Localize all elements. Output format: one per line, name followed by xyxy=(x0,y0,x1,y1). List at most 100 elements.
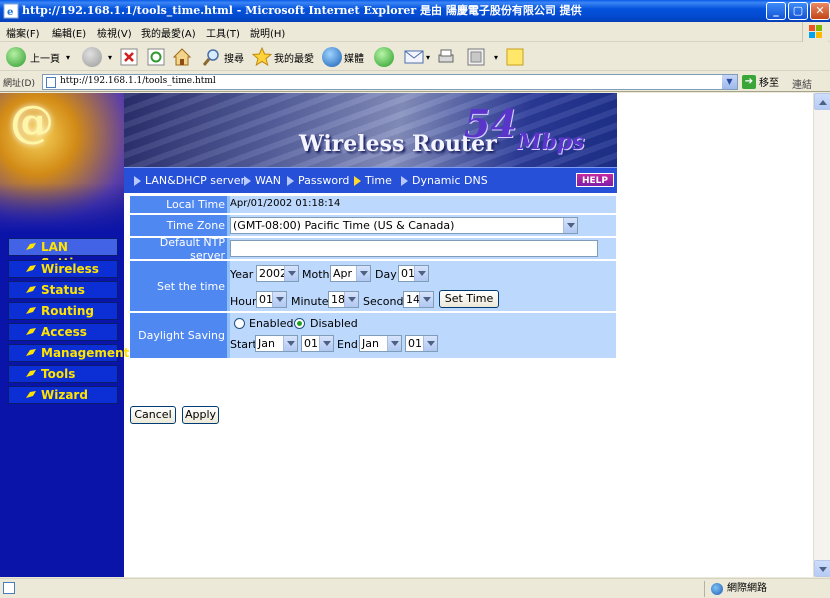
messenger-button[interactable] xyxy=(506,46,524,68)
end-month-select[interactable]: Jan xyxy=(359,335,402,352)
top-nav: LAN&DHCP server WAN Password Time Dynami… xyxy=(124,167,617,193)
time-zone-label: Time Zone xyxy=(130,215,227,236)
end-label: End xyxy=(337,338,358,351)
cancel-button[interactable]: Cancel xyxy=(130,406,176,424)
go-arrow-icon: ➔ xyxy=(742,74,756,89)
edit-button[interactable]: ▾ xyxy=(466,46,498,68)
scroll-down-icon[interactable] xyxy=(814,560,830,577)
media-button[interactable]: 媒體 xyxy=(322,46,364,68)
star-icon xyxy=(252,47,272,67)
set-time-button[interactable]: Set Time xyxy=(439,290,499,308)
chevron-down-icon xyxy=(356,266,370,281)
stop-button[interactable] xyxy=(120,46,138,68)
window-title: http://192.168.1.1/tools_time.html - Mic… xyxy=(22,4,582,17)
chevron-down-icon xyxy=(419,292,433,307)
banner-unit: Mbps xyxy=(517,129,585,155)
chevron-down-icon xyxy=(563,218,577,233)
bullet-icon xyxy=(26,328,36,335)
menu-favorites[interactable]: 我的最愛(A) xyxy=(141,25,196,40)
svg-text:e: e xyxy=(7,7,13,18)
address-input[interactable]: http://192.168.1.1/tools_time.html ▼ xyxy=(42,74,738,90)
sidebar-item-access[interactable]: Access xyxy=(8,323,118,341)
scroll-up-icon[interactable] xyxy=(814,93,830,110)
menu-tools[interactable]: 工具(T) xyxy=(206,25,240,40)
status-bar: 網際網路 xyxy=(0,578,830,598)
start-month-select[interactable]: Jan xyxy=(255,335,298,352)
sidebar-banner-image: @ xyxy=(0,93,124,233)
search-icon xyxy=(202,49,219,66)
print-button[interactable] xyxy=(436,46,456,68)
menu-file[interactable]: 檔案(F) xyxy=(6,25,40,40)
links-button[interactable]: 連結 xyxy=(792,76,812,91)
month-select[interactable]: Apr xyxy=(330,265,371,282)
edit-icon xyxy=(467,48,485,66)
back-button[interactable]: 上一頁 ▾ xyxy=(6,46,70,68)
bullet-icon xyxy=(26,370,36,377)
start-day-select[interactable]: 01 xyxy=(301,335,334,352)
menu-view[interactable]: 檢視(V) xyxy=(97,25,132,40)
edit-dropdown-icon[interactable]: ▾ xyxy=(494,53,498,62)
bullet-icon xyxy=(26,286,36,293)
maximize-button[interactable]: ▢ xyxy=(788,2,808,20)
tab-dynamic-dns[interactable]: Dynamic DNS xyxy=(401,174,488,187)
day-select[interactable]: 01 xyxy=(398,265,429,282)
close-button[interactable]: ✕ xyxy=(810,2,830,20)
tab-lan-dhcp-server[interactable]: LAN&DHCP server xyxy=(134,174,245,187)
refresh-icon xyxy=(147,48,165,66)
home-button[interactable] xyxy=(172,46,192,68)
arrow-icon xyxy=(401,175,408,186)
at-sign-logo: @ xyxy=(10,97,54,148)
sidebar-item-routing[interactable]: Routing xyxy=(8,302,118,320)
ntp-server-input[interactable] xyxy=(230,240,598,257)
enabled-label: Enabled xyxy=(249,317,294,330)
sidebar: @ LAN Setting Wireless Status Routing Ac… xyxy=(0,93,129,577)
mail-dropdown-icon[interactable]: ▾ xyxy=(426,53,430,62)
second-select[interactable]: 14 xyxy=(403,291,434,308)
tab-time[interactable]: Time xyxy=(354,174,392,187)
disabled-label: Disabled xyxy=(310,317,358,330)
row-daylight-saving: Daylight Saving Enabled Disabled Start J… xyxy=(130,313,616,358)
refresh-button[interactable] xyxy=(147,46,165,68)
forward-button[interactable]: ▾ xyxy=(82,46,112,68)
address-dropdown-icon[interactable]: ▼ xyxy=(722,75,737,89)
history-icon xyxy=(374,47,394,67)
menu-edit[interactable]: 編輯(E) xyxy=(52,25,86,40)
bullet-icon xyxy=(26,391,36,398)
back-dropdown-icon[interactable]: ▾ xyxy=(66,53,70,62)
mail-button[interactable]: ▾ xyxy=(404,46,430,68)
minute-label: Minute xyxy=(291,295,329,308)
sidebar-item-status[interactable]: Status xyxy=(8,281,118,299)
end-day-select[interactable]: 01 xyxy=(405,335,438,352)
apply-button[interactable]: Apply xyxy=(182,406,219,424)
tab-wan[interactable]: WAN xyxy=(244,174,281,187)
menu-help[interactable]: 說明(H) xyxy=(250,25,285,40)
banner-speed: 54 xyxy=(464,101,517,146)
enabled-radio[interactable] xyxy=(234,318,245,329)
bullet-icon xyxy=(26,265,36,272)
forward-dropdown-icon[interactable]: ▾ xyxy=(108,53,112,62)
disabled-radio[interactable] xyxy=(294,318,305,329)
hour-select[interactable]: 01 xyxy=(256,291,287,308)
help-button[interactable]: HELP xyxy=(576,173,614,187)
sidebar-item-wizard[interactable]: Wizard xyxy=(8,386,118,404)
vertical-scrollbar[interactable] xyxy=(813,93,830,577)
history-button[interactable] xyxy=(374,46,394,68)
year-select[interactable]: 2002 xyxy=(256,265,299,282)
sidebar-item-wireless[interactable]: Wireless xyxy=(8,260,118,278)
tab-password[interactable]: Password xyxy=(287,174,349,187)
minute-select[interactable]: 18 xyxy=(328,291,359,308)
sidebar-item-tools[interactable]: Tools xyxy=(8,365,118,383)
window-titlebar: e http://192.168.1.1/tools_time.html - M… xyxy=(0,0,830,22)
search-button[interactable]: 搜尋 xyxy=(202,46,244,68)
favorites-button[interactable]: 我的最愛 xyxy=(252,46,314,68)
stop-icon xyxy=(120,48,138,66)
time-zone-select[interactable]: (GMT-08:00) Pacific Time (US & Canada) xyxy=(230,217,578,234)
minimize-button[interactable]: _ xyxy=(766,2,786,20)
set-time-label: Set the time xyxy=(130,261,227,311)
sidebar-item-lan-setting[interactable]: LAN Setting xyxy=(8,238,118,270)
chevron-down-icon xyxy=(423,336,437,351)
sidebar-item-management[interactable]: Management xyxy=(8,344,129,362)
chevron-down-icon xyxy=(387,336,401,351)
router-banner: Wireless Router 54 Mbps LAN&DHCP server … xyxy=(124,93,617,193)
go-button[interactable]: ➔ 移至 xyxy=(742,74,779,89)
